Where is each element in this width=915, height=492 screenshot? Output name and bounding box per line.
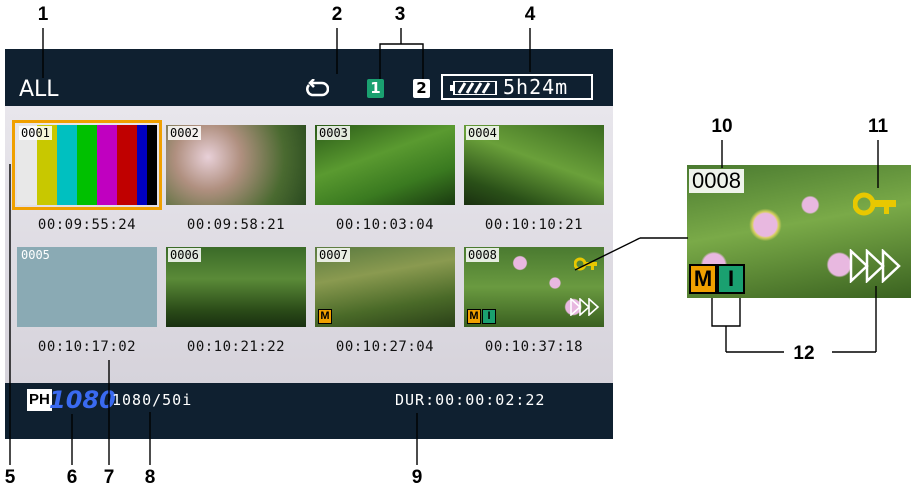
callout-leader-lines xyxy=(9,28,879,465)
